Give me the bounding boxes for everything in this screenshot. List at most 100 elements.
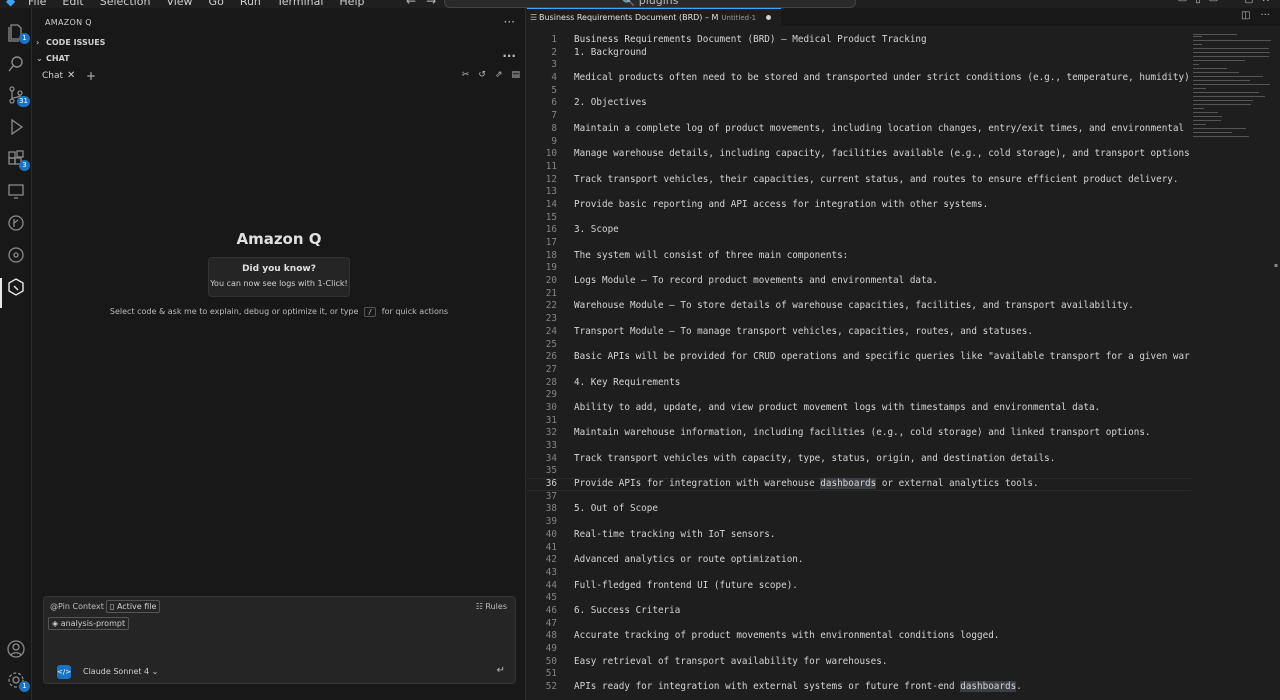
code-line[interactable]: 32 Maintain warehouse information, includ… bbox=[527, 427, 1191, 440]
gitlens-icon[interactable] bbox=[6, 245, 26, 265]
git-graph-icon[interactable] bbox=[6, 213, 26, 233]
code-line[interactable]: 19 bbox=[527, 262, 1191, 275]
code-line[interactable]: 36 Provide APIs for integration with ware… bbox=[527, 478, 1191, 491]
code-line[interactable]: 46 6. Success Criteria bbox=[527, 605, 1191, 618]
section-chat[interactable]: ⌄ CHAT ··· bbox=[32, 48, 526, 67]
add-tab-icon[interactable]: + bbox=[86, 69, 96, 83]
code-editor[interactable]: 1 Business Requirements Document (BRD) – … bbox=[527, 34, 1191, 700]
remote-explorer-icon[interactable] bbox=[6, 181, 26, 201]
amazon-q-icon[interactable] bbox=[6, 277, 26, 297]
code-line[interactable]: 31 bbox=[527, 415, 1191, 428]
code-line[interactable]: 24 Transport Module – To manage transport… bbox=[527, 326, 1191, 339]
send-icon[interactable]: ↵ bbox=[497, 665, 505, 676]
history-icon[interactable]: ↺ bbox=[478, 70, 486, 80]
code-line[interactable]: 20 Logs Module – To record product moveme… bbox=[527, 275, 1191, 288]
code-line[interactable]: 28 4. Key Requirements bbox=[527, 377, 1191, 390]
export-icon[interactable]: ▤ bbox=[511, 70, 520, 80]
code-line[interactable]: 23 bbox=[527, 313, 1191, 326]
search-icon[interactable] bbox=[6, 54, 26, 74]
close-window-icon[interactable]: ✕ bbox=[1262, 0, 1270, 5]
sidebar-toggle-icon[interactable]: ▯ bbox=[1195, 0, 1201, 5]
code-line[interactable]: 52 APIs ready for integration with extern… bbox=[527, 681, 1191, 694]
code-line[interactable]: 1 Business Requirements Document (BRD) – … bbox=[527, 34, 1191, 47]
editor-tab[interactable]: ☰ Business Requirements Document (BRD) –… bbox=[527, 8, 781, 26]
code-line[interactable]: 2 1. Background bbox=[527, 47, 1191, 60]
section-code-issues[interactable]: › CODE ISSUES bbox=[32, 35, 526, 51]
code-line[interactable]: 22 Warehouse Module – To store details of… bbox=[527, 300, 1191, 313]
code-line[interactable]: 21 bbox=[527, 288, 1191, 301]
run-debug-icon[interactable] bbox=[6, 117, 26, 137]
code-line[interactable]: 39 bbox=[527, 516, 1191, 529]
menu-item[interactable]: View bbox=[166, 0, 192, 8]
code-line[interactable]: 8 Maintain a complete log of product move… bbox=[527, 123, 1191, 136]
explorer-icon[interactable]: 1 bbox=[6, 22, 30, 44]
editor-more-icon[interactable]: ··· bbox=[1260, 10, 1270, 21]
code-line[interactable]: 33 bbox=[527, 440, 1191, 453]
panel-toggle-icon[interactable]: ▭ bbox=[1209, 0, 1218, 5]
code-line[interactable]: 37 bbox=[527, 491, 1191, 504]
code-line[interactable]: 47 bbox=[527, 618, 1191, 631]
code-line[interactable]: 25 bbox=[527, 339, 1191, 352]
code-line[interactable]: 17 bbox=[527, 237, 1191, 250]
tab-chat[interactable]: Chat bbox=[42, 71, 63, 81]
prompt-chip[interactable]: ◈ analysis-prompt bbox=[48, 617, 130, 630]
code-line[interactable]: 4 Medical products often need to be store… bbox=[527, 72, 1191, 85]
code-line[interactable]: 26 Basic APIs will be provided for CRUD o… bbox=[527, 351, 1191, 364]
scrollbar-marker[interactable]: ▪ bbox=[1274, 262, 1280, 269]
model-selector[interactable]: Claude Sonnet 4 ⌄ bbox=[83, 667, 158, 676]
source-control-icon[interactable]: 31 bbox=[6, 85, 30, 107]
maximize-icon[interactable]: ▢ bbox=[1244, 0, 1253, 5]
unsaved-dot-icon[interactable] bbox=[766, 15, 771, 20]
code-line[interactable]: 49 bbox=[527, 643, 1191, 656]
minimize-icon[interactable]: — bbox=[1226, 0, 1236, 5]
code-line[interactable]: 43 bbox=[527, 567, 1191, 580]
code-line[interactable]: 6 2. Objectives bbox=[527, 97, 1191, 110]
minimap[interactable] bbox=[1193, 34, 1273, 137]
code-line[interactable]: 9 bbox=[527, 136, 1191, 149]
code-line[interactable]: 7 bbox=[527, 110, 1191, 123]
code-line[interactable]: 10 Manage warehouse details, including ca… bbox=[527, 148, 1191, 161]
code-line[interactable]: 29 bbox=[527, 389, 1191, 402]
forward-arrow-icon[interactable]: → bbox=[426, 0, 436, 8]
code-line[interactable]: 18 The system will consist of three main … bbox=[527, 250, 1191, 263]
code-line[interactable]: 51 bbox=[527, 668, 1191, 681]
code-line[interactable]: 12 Track transport vehicles, their capaci… bbox=[527, 174, 1191, 187]
layout-icon[interactable]: ▭ bbox=[1178, 0, 1187, 5]
code-line[interactable]: 44 Full-fledged frontend UI (future scope… bbox=[527, 580, 1191, 593]
menu-item[interactable]: Help bbox=[339, 0, 364, 8]
code-line[interactable]: 45 bbox=[527, 592, 1191, 605]
code-line[interactable]: 3 bbox=[527, 59, 1191, 72]
split-editor-icon[interactable]: ◫ bbox=[1241, 10, 1250, 21]
tools-icon[interactable]: ✂ bbox=[462, 70, 470, 80]
menu-item[interactable]: Run bbox=[240, 0, 261, 8]
menu-item[interactable]: Edit bbox=[62, 0, 83, 8]
close-tab-icon[interactable]: ✕ bbox=[67, 70, 75, 81]
code-line[interactable]: 35 bbox=[527, 465, 1191, 478]
back-arrow-icon[interactable]: ← bbox=[406, 0, 416, 8]
chat-more-icon[interactable]: ··· bbox=[502, 48, 516, 64]
account-icon[interactable] bbox=[6, 639, 26, 659]
menu-item[interactable]: Selection bbox=[100, 0, 151, 8]
code-line[interactable]: 11 bbox=[527, 161, 1191, 174]
code-line[interactable]: 16 3. Scope bbox=[527, 224, 1191, 237]
pin-context-button[interactable]: @Pin Context bbox=[50, 602, 104, 611]
code-line[interactable]: 5 bbox=[527, 85, 1191, 98]
menu-item[interactable]: File bbox=[28, 0, 46, 8]
code-line[interactable]: 41 bbox=[527, 542, 1191, 555]
code-line[interactable]: 34 Track transport vehicles with capacity… bbox=[527, 453, 1191, 466]
code-line[interactable]: 40 Real-time tracking with IoT sensors. bbox=[527, 529, 1191, 542]
menu-item[interactable]: Go bbox=[209, 0, 224, 8]
code-line[interactable]: 27 bbox=[527, 364, 1191, 377]
code-line[interactable]: 30 Ability to add, update, and view produ… bbox=[527, 402, 1191, 415]
active-file-chip[interactable]: ▯ Active file bbox=[106, 600, 161, 613]
command-center[interactable]: 🔍 plugins bbox=[444, 0, 856, 8]
code-line[interactable]: 48 Accurate tracking of product movements… bbox=[527, 630, 1191, 643]
code-line[interactable]: 38 5. Out of Scope bbox=[527, 503, 1191, 516]
code-line[interactable]: 42 Advanced analytics or route optimizati… bbox=[527, 554, 1191, 567]
code-line[interactable]: 13 bbox=[527, 186, 1191, 199]
menu-item[interactable]: Terminal bbox=[277, 0, 324, 8]
code-line[interactable]: 15 bbox=[527, 212, 1191, 225]
extensions-icon[interactable]: 3 bbox=[6, 149, 30, 171]
open-in-editor-icon[interactable]: ⇗ bbox=[495, 70, 503, 80]
rules-button[interactable]: ☷ Rules bbox=[476, 602, 507, 611]
